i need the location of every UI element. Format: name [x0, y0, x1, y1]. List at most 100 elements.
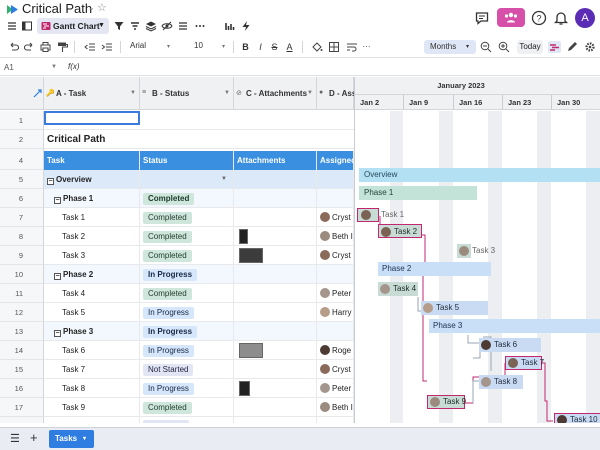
attachment-cell[interactable] [234, 189, 317, 208]
chevron-down-icon[interactable]: ▾ [83, 435, 86, 442]
chevron-down-icon[interactable]: ▼ [221, 170, 227, 189]
gantt-bar-task-5[interactable]: Task 5 [421, 301, 488, 315]
more-options-icon[interactable] [194, 20, 206, 32]
gantt-bar-task-2[interactable]: Task 2 [378, 224, 422, 238]
attachment-cell[interactable] [234, 360, 317, 379]
user-avatar[interactable]: A [575, 8, 595, 28]
app-logo-icon[interactable] [6, 3, 19, 16]
task-cell[interactable]: − Phase 1 [44, 189, 140, 208]
row-number[interactable]: 1 [0, 111, 44, 130]
row-height-icon[interactable] [177, 20, 189, 32]
attachment-cell[interactable] [234, 170, 317, 189]
attachment-cell[interactable] [234, 417, 317, 423]
sheet-tab-tasks[interactable]: Tasks ▾ [49, 430, 94, 448]
attachment-cell[interactable] [234, 303, 317, 322]
row-number[interactable]: 10 [0, 265, 44, 284]
attachment-thumbnail[interactable] [239, 248, 263, 263]
row-number[interactable]: 17 [0, 398, 44, 417]
strikethrough-button[interactable]: S [270, 41, 279, 53]
row-number[interactable]: 9 [0, 246, 44, 265]
row-number[interactable]: 11 [0, 284, 44, 303]
bold-button[interactable]: B [241, 41, 250, 53]
column-header-a[interactable]: 🔑 A - Task ▼ [44, 77, 140, 110]
task-cell[interactable]: Task 9 [44, 398, 140, 417]
assigned-cell[interactable]: Peter [317, 379, 354, 398]
assigned-cell[interactable] [317, 189, 354, 208]
assigned-cell[interactable] [317, 265, 354, 284]
font-family-select[interactable]: Arial [130, 41, 146, 50]
print-icon[interactable] [40, 41, 51, 53]
pen-icon[interactable] [566, 41, 578, 53]
row-number[interactable]: 6 [0, 189, 44, 208]
assigned-cell[interactable]: Beth I [317, 227, 354, 246]
borders-icon[interactable] [328, 41, 340, 53]
task-cell[interactable]: − Phase 2 [44, 265, 140, 284]
task-cell[interactable]: Task 4 [44, 284, 140, 303]
header-assigned[interactable]: Assigned [317, 151, 354, 170]
row-number[interactable]: 12 [0, 303, 44, 322]
task-cell[interactable]: Task 8 [44, 379, 140, 398]
chevron-down-icon[interactable]: ▾ [222, 41, 225, 53]
column-header-b[interactable]: ≡ B - Status ▼ [140, 77, 234, 110]
status-cell[interactable]: Completed [140, 284, 234, 303]
assigned-cell[interactable]: Harry [317, 303, 354, 322]
zoom-in-icon[interactable] [498, 41, 510, 53]
task-cell[interactable]: Task 6 [44, 341, 140, 360]
undo-icon[interactable] [8, 41, 19, 53]
notifications-bell-icon[interactable] [553, 10, 569, 26]
menu-lines-icon[interactable] [6, 20, 18, 32]
sheet-list-icon[interactable]: ☰ [10, 432, 20, 445]
selected-cell[interactable] [44, 111, 140, 125]
collapse-toggle[interactable]: − [54, 197, 61, 204]
row-number[interactable]: 14 [0, 341, 44, 360]
italic-button[interactable]: I [256, 41, 265, 53]
chevron-down-icon[interactable]: ▼ [51, 64, 57, 70]
status-cell[interactable]: In Progress [140, 322, 234, 341]
status-cell[interactable]: Completed [140, 227, 234, 246]
assigned-cell[interactable]: Cryst [317, 246, 354, 265]
hide-eye-icon[interactable] [161, 20, 173, 32]
row-number[interactable]: 16 [0, 379, 44, 398]
assigned-cell[interactable]: Cryst [317, 208, 354, 227]
filter-icon[interactable] [113, 20, 125, 32]
layers-icon[interactable] [145, 20, 157, 32]
attachment-cell[interactable] [234, 379, 317, 398]
status-cell[interactable]: Completed [140, 208, 234, 227]
column-header-d[interactable]: ● D - Ass [317, 77, 354, 110]
more-options-icon[interactable]: ··· [362, 41, 371, 53]
gantt-bar-phase-1[interactable]: Phase 1 [359, 186, 477, 200]
text-color-button[interactable]: A [285, 41, 294, 53]
assigned-cell[interactable] [317, 170, 354, 189]
task-cell[interactable]: Task 1 [44, 208, 140, 227]
row-number[interactable]: 7 [0, 208, 44, 227]
chevron-down-icon[interactable]: ▾ [167, 41, 170, 53]
column-header-c[interactable]: ⊘ C - Attachments ▼ [234, 77, 317, 110]
sheet-name-chevron-icon[interactable]: ⌄ [88, 3, 95, 12]
collapse-toggle[interactable]: − [54, 330, 61, 337]
sheet-name[interactable]: Critical Path [22, 1, 92, 17]
view-switcher-dropdown[interactable]: Gantt Chart ▼ [37, 18, 109, 34]
task-cell[interactable]: Task 3 [44, 246, 140, 265]
share-button[interactable] [497, 8, 525, 27]
left-panel-icon[interactable] [21, 20, 33, 32]
attachment-cell[interactable] [234, 265, 317, 284]
attachment-cell[interactable] [234, 246, 317, 265]
add-sheet-icon[interactable]: + [30, 430, 38, 445]
attachment-cell[interactable] [234, 341, 317, 360]
favorite-star-icon[interactable]: ☆ [97, 1, 107, 14]
assigned-cell[interactable]: Beth I [317, 398, 354, 417]
format-painter-icon[interactable] [57, 41, 68, 53]
attachment-thumbnail[interactable] [239, 343, 263, 358]
sort-icon[interactable] [129, 20, 141, 32]
assigned-cell[interactable] [317, 322, 354, 341]
gantt-bar-task-8[interactable]: Task 8 [479, 375, 523, 389]
gantt-bar-task-3[interactable] [457, 244, 471, 258]
task-cell[interactable]: − Overview [44, 170, 140, 189]
collapse-toggle[interactable]: − [54, 273, 61, 280]
row-number[interactable]: 4 [0, 151, 44, 170]
fill-color-icon[interactable] [311, 41, 323, 53]
status-cell[interactable]: In Progress [140, 341, 234, 360]
task-cell[interactable] [44, 417, 140, 423]
assigned-cell[interactable]: Peter [317, 284, 354, 303]
gantt-bar-task-6[interactable]: Task 6 [479, 338, 541, 352]
